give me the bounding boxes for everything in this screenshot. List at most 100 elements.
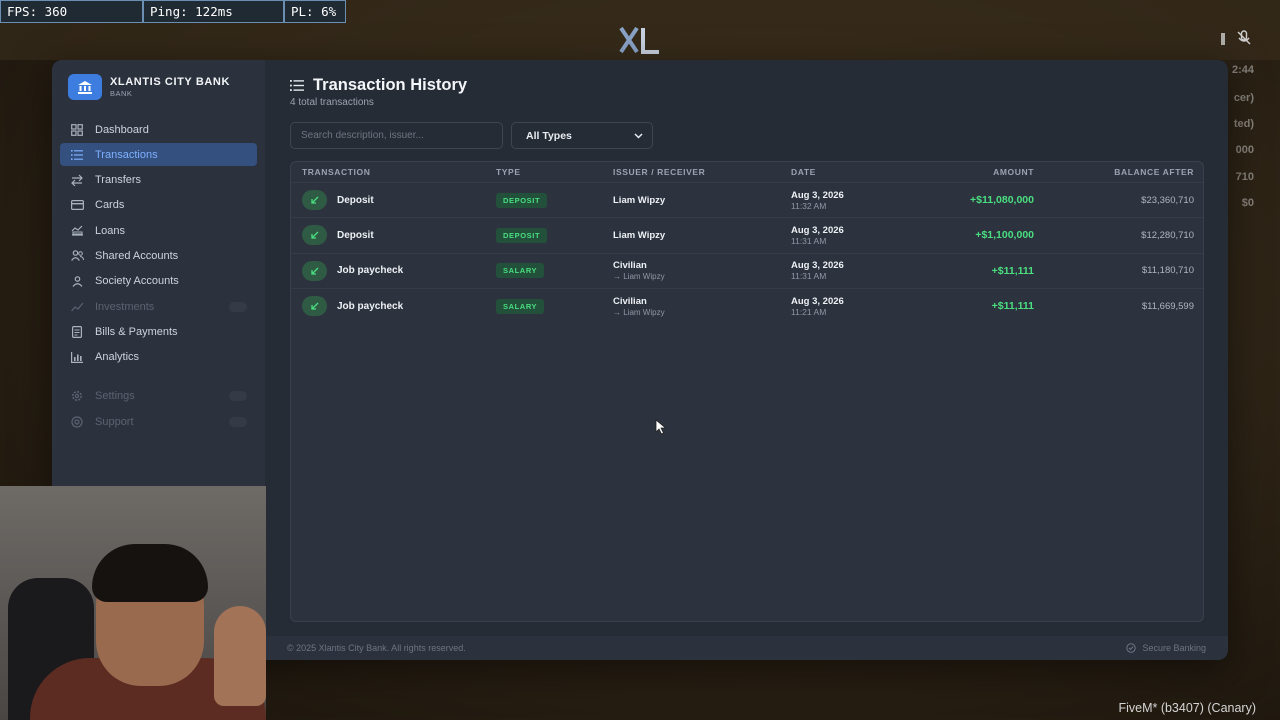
transaction-time: 11:21 AM bbox=[791, 306, 827, 317]
type-filter-select[interactable]: All Types bbox=[511, 122, 653, 149]
chart-icon bbox=[70, 300, 84, 314]
bank-icon bbox=[68, 74, 102, 100]
brand-header: XLANTIS CITY BANK BANK bbox=[60, 72, 257, 112]
sidebar-item-shared-accounts[interactable]: Shared Accounts bbox=[60, 244, 257, 267]
users-icon bbox=[70, 249, 84, 263]
transaction-amount: +$11,111 bbox=[991, 300, 1034, 313]
incoming-arrow-icon bbox=[302, 225, 327, 246]
transaction-cell: Job paycheck bbox=[302, 296, 496, 317]
sidebar-item-analytics[interactable]: Analytics bbox=[60, 346, 257, 369]
society-icon bbox=[70, 274, 84, 288]
bill-icon bbox=[70, 325, 84, 339]
sidebar-item-dashboard[interactable]: Dashboard bbox=[60, 118, 257, 141]
sidebar-item-bills[interactable]: Bills & Payments bbox=[60, 320, 257, 343]
sidebar-item-loans[interactable]: Loans bbox=[60, 219, 257, 242]
support-icon bbox=[70, 415, 84, 429]
sidebar-item-label: Dashboard bbox=[95, 123, 149, 136]
app-footer: © 2025 Xlantis City Bank. All rights res… bbox=[265, 636, 1228, 660]
transaction-label: Job paycheck bbox=[337, 300, 404, 312]
balance-after: $23,360,710 bbox=[1141, 194, 1194, 206]
fivem-build-label: FiveM* (b3407) (Canary) bbox=[1118, 701, 1256, 715]
netgraph-overlay: FPS: 360 Ping: 122ms PL: 6% bbox=[0, 0, 346, 23]
disabled-pill bbox=[228, 301, 247, 312]
table-row[interactable]: Job paycheck SALARY Civilian → Liam Wipzy… bbox=[291, 287, 1203, 323]
issuer-name: Liam Wipzy bbox=[613, 229, 666, 241]
page-title: Transaction History bbox=[313, 76, 468, 94]
balance-after: $11,669,599 bbox=[1141, 300, 1194, 312]
copyright-text: © 2025 Xlantis City Bank. All rights res… bbox=[287, 643, 466, 653]
sidebar-item-society-accounts[interactable]: Society Accounts bbox=[60, 270, 257, 293]
incoming-arrow-icon bbox=[302, 190, 327, 211]
type-badge: SALARY bbox=[496, 263, 545, 279]
sidebar-item-support: Support bbox=[60, 410, 257, 433]
ping-counter: Ping: 122ms bbox=[143, 0, 284, 23]
nav-divider bbox=[60, 371, 257, 385]
sidebar-nav: Dashboard Transactions Transfers Cards L… bbox=[60, 118, 257, 433]
transfer-icon bbox=[70, 173, 84, 187]
table-row[interactable]: Deposit DEPOSIT Liam Wipzy Aug 3, 2026 11… bbox=[291, 182, 1203, 217]
brand-subtitle: BANK bbox=[110, 89, 133, 98]
balance-after: $12,280,710 bbox=[1141, 229, 1194, 241]
transaction-date: Aug 3, 2026 bbox=[791, 224, 844, 236]
sidebar-item-label: Transactions bbox=[95, 148, 158, 161]
transaction-count: 4 total transactions bbox=[290, 97, 374, 108]
transactions-table: TRANSACTION TYPE ISSUER / RECEIVER DATE … bbox=[290, 161, 1204, 622]
mic-muted-icon bbox=[1237, 30, 1251, 45]
hud-text: 710 bbox=[1235, 171, 1254, 183]
sidebar-item-cards[interactable]: Cards bbox=[60, 194, 257, 217]
transaction-cell: Deposit bbox=[302, 225, 496, 246]
hud-text: 2:44 bbox=[1231, 64, 1254, 76]
type-badge: SALARY bbox=[496, 298, 545, 314]
column-header: DATE bbox=[791, 167, 816, 177]
sidebar-item-transfers[interactable]: Transfers bbox=[60, 169, 257, 192]
transaction-amount: +$11,080,000 bbox=[970, 194, 1034, 207]
table-row[interactable]: Deposit DEPOSIT Liam Wipzy Aug 3, 2026 11… bbox=[291, 217, 1203, 252]
table-row[interactable]: Job paycheck SALARY Civilian → Liam Wipzy… bbox=[291, 252, 1203, 288]
chevron-down-icon bbox=[634, 132, 643, 139]
column-header: TRANSACTION bbox=[302, 167, 371, 177]
server-logo-icon bbox=[619, 26, 659, 54]
receiver-name: → Liam Wipzy bbox=[613, 307, 665, 317]
sidebar-item-label: Bills & Payments bbox=[95, 325, 178, 338]
transaction-cell: Deposit bbox=[302, 190, 496, 211]
brand-title: XLANTIS CITY BANK bbox=[110, 76, 231, 88]
table-header: TRANSACTION TYPE ISSUER / RECEIVER DATE … bbox=[291, 162, 1203, 182]
main-content: Transaction History 4 total transactions… bbox=[265, 60, 1228, 660]
transaction-time: 11:32 AM bbox=[791, 200, 827, 211]
transaction-cell: Job paycheck bbox=[302, 260, 496, 281]
sidebar-item-label: Cards bbox=[95, 199, 125, 212]
sidebar-item-label: Analytics bbox=[95, 351, 140, 364]
page-header: Transaction History bbox=[290, 76, 1204, 95]
analytics-icon bbox=[70, 350, 84, 364]
issuer-name: Civilian bbox=[613, 260, 647, 272]
search-input[interactable] bbox=[290, 122, 503, 149]
fps-counter: FPS: 360 bbox=[0, 0, 143, 23]
transaction-time: 11:31 AM bbox=[791, 271, 827, 282]
sidebar-item-label: Society Accounts bbox=[95, 275, 179, 288]
sidebar-item-investments: Investments bbox=[60, 295, 257, 318]
type-filter-value: All Types bbox=[526, 129, 572, 142]
sidebar-item-label: Transfers bbox=[95, 174, 142, 187]
secure-banking-label: Secure Banking bbox=[1126, 643, 1206, 653]
sidebar-item-transactions[interactable]: Transactions bbox=[60, 143, 257, 167]
hud-text: 000 bbox=[1235, 144, 1254, 156]
hud-text: cer) bbox=[1233, 92, 1254, 104]
gear-icon bbox=[70, 389, 84, 403]
balance-after: $11,180,710 bbox=[1141, 265, 1194, 277]
mouse-cursor-icon bbox=[655, 419, 667, 435]
receiver-name: → Liam Wipzy bbox=[613, 272, 665, 282]
type-badge: DEPOSIT bbox=[496, 192, 548, 208]
webcam-hand bbox=[214, 606, 266, 706]
transaction-label: Deposit bbox=[337, 229, 374, 241]
transaction-time: 11:31 AM bbox=[791, 235, 827, 246]
card-icon bbox=[70, 198, 84, 212]
disabled-pill bbox=[228, 391, 247, 402]
webcam-overlay bbox=[0, 486, 266, 720]
incoming-arrow-icon bbox=[302, 296, 327, 317]
column-header: ISSUER / RECEIVER bbox=[613, 167, 706, 177]
hud-text: ted) bbox=[1233, 118, 1254, 130]
packet-loss-counter: PL: 6% bbox=[284, 0, 346, 23]
transaction-amount: +$11,111 bbox=[991, 264, 1034, 277]
transaction-date: Aug 3, 2026 bbox=[791, 260, 844, 272]
sidebar-item-label: Investments bbox=[95, 300, 155, 313]
